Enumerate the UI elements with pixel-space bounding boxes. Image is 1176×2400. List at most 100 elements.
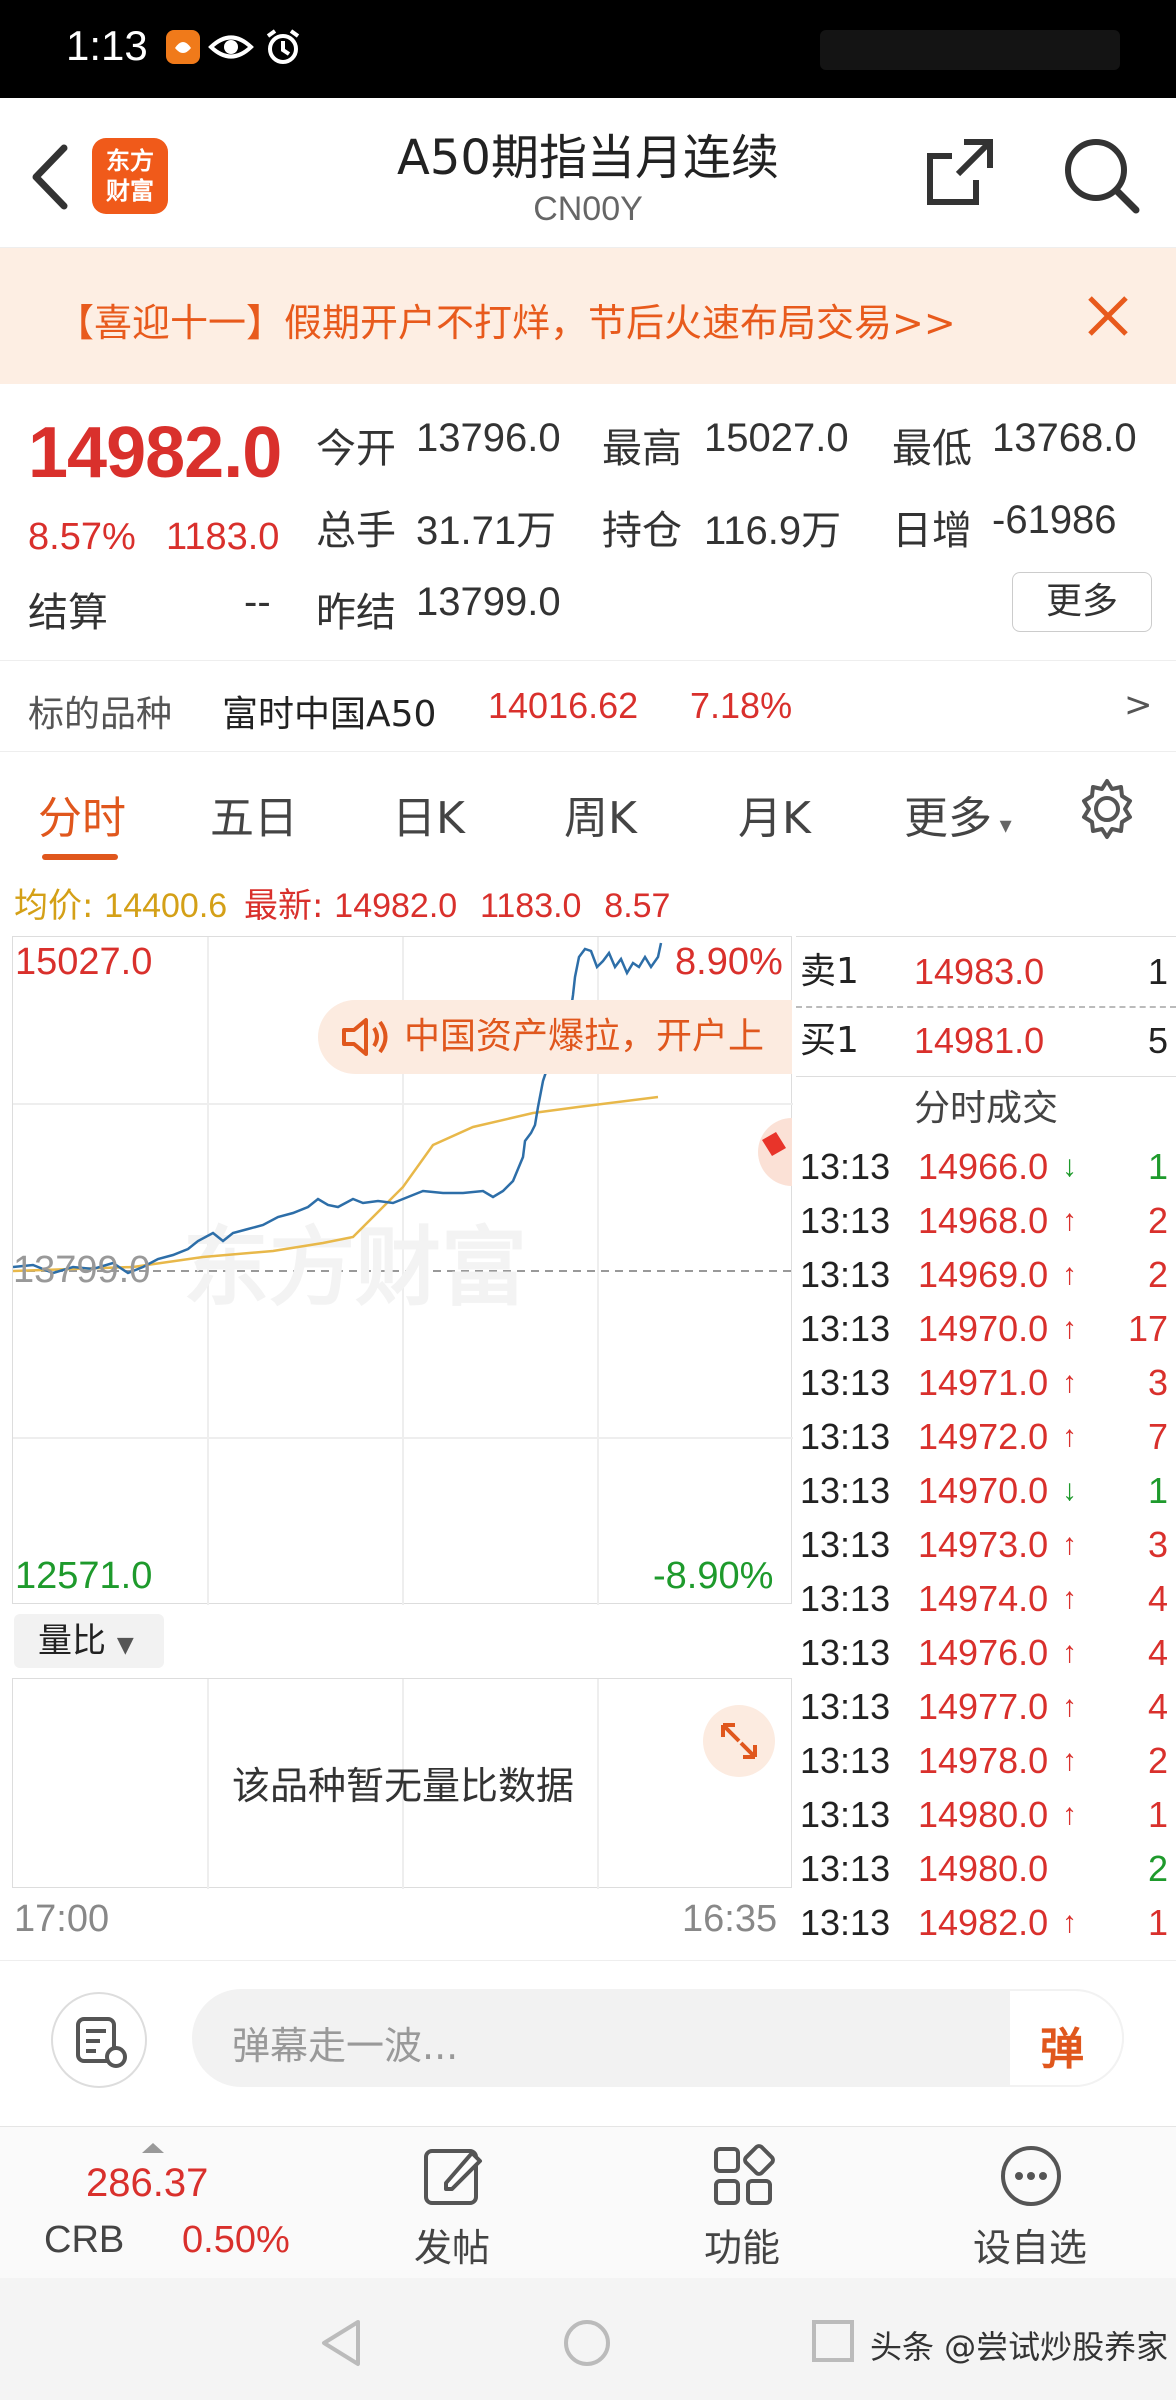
bid-price: 14981.0 xyxy=(914,1020,1045,1061)
tab-weekly-k[interactable]: 周K xyxy=(564,782,637,846)
caret-up-icon xyxy=(142,2143,164,2153)
trade-row: 13:13 14972.0 ↑ 7 xyxy=(796,1410,1176,1464)
trade-row: 13:13 14977.0 ↑ 4 xyxy=(796,1680,1176,1734)
index-name: CRB xyxy=(44,2219,125,2261)
tab-more[interactable]: 更多 ▾ xyxy=(904,782,1012,846)
active-tab-indicator xyxy=(42,854,118,860)
trade-time: 13:13 xyxy=(800,1470,891,1511)
underlying-row[interactable]: 标的品种 富时中国A50 14016.62 7.18% > xyxy=(0,660,1176,752)
trade-direction-icon: ↑ xyxy=(1062,1798,1077,1831)
status-time: 1:13 xyxy=(66,22,148,69)
indicator-selector[interactable]: 量比 ▼ xyxy=(14,1614,164,1668)
promo-banner[interactable]: 【喜迎十一】假期开户不打烊，节后火速布局交易>> xyxy=(0,248,1176,384)
ask-label: 卖1 xyxy=(800,951,859,992)
more-quote-button[interactable]: 更多 xyxy=(1012,572,1152,632)
open-interest-label: 持仓 xyxy=(602,508,682,554)
trade-direction-icon: ↑ xyxy=(1062,1744,1077,1777)
trade-volume: 1 xyxy=(1147,1902,1168,1943)
chart-top-pct: 8.90% xyxy=(675,941,783,983)
trade-volume: 2 xyxy=(1147,1254,1168,1295)
close-icon[interactable] xyxy=(1086,294,1130,338)
trades-list[interactable]: 13:13 14966.0 ↓ 1 13:13 14968.0 ↑ 2 13:13 14969.0… xyxy=(796,1140,1176,1943)
bottom-nav: 286.37 CRB 0.50% 发帖 功能 设自选 xyxy=(0,2126,1176,2278)
latest-change: 1183.0 xyxy=(480,887,582,925)
system-recents-icon[interactable] xyxy=(810,2318,856,2364)
trade-price: 14980.0 xyxy=(918,1848,1049,1889)
tab-intraday[interactable]: 分时 xyxy=(38,782,126,846)
trade-direction-icon: ↑ xyxy=(1062,1258,1077,1291)
tab-five-day[interactable]: 五日 xyxy=(210,782,298,846)
high-value: 15027.0 xyxy=(704,416,849,460)
trade-time: 13:13 xyxy=(800,1200,891,1241)
index-pct: 0.50% xyxy=(182,2219,290,2261)
trade-row: 13:13 14971.0 ↑ 3 xyxy=(796,1356,1176,1410)
caret-down-icon: ▼ xyxy=(116,1633,134,1658)
volume-value: 31.71万 xyxy=(416,509,557,553)
underlying-label: 标的品种 xyxy=(28,694,173,735)
ask-price: 14983.0 xyxy=(914,951,1045,992)
trade-row: 13:13 14978.0 ↑ 2 xyxy=(796,1734,1176,1788)
trade-volume: 3 xyxy=(1147,1524,1168,1565)
danmaku-input[interactable]: 弹幕走一波... 弹 xyxy=(192,1989,1124,2087)
trade-price: 14970.0 xyxy=(918,1308,1049,1349)
send-danmaku-button[interactable]: 弹 xyxy=(1008,1989,1124,2087)
trade-direction-icon: ↑ xyxy=(1062,1636,1077,1669)
trade-row: 13:13 14980.0 ↑ 1 xyxy=(796,1788,1176,1842)
trade-volume: 7 xyxy=(1147,1416,1168,1457)
volume-ratio-panel: 该品种暂无量比数据 xyxy=(12,1678,792,1889)
red-envelope-icon[interactable] xyxy=(748,1118,792,1186)
nav-post[interactable]: 发帖 xyxy=(352,2127,552,2279)
tab-daily-k[interactable]: 日K xyxy=(392,782,465,846)
daily-increase-label: 日增 xyxy=(892,508,972,554)
tab-monthly-k[interactable]: 月K xyxy=(738,782,811,846)
trade-price: 14968.0 xyxy=(918,1200,1049,1241)
eye-icon xyxy=(208,35,254,59)
no-data-message: 该品种暂无量比数据 xyxy=(231,1764,574,1808)
nav-functions[interactable]: 功能 xyxy=(642,2127,842,2279)
trade-price: 14982.0 xyxy=(918,1902,1049,1943)
system-home-icon[interactable] xyxy=(562,2318,612,2368)
send-danmaku-label: 弹 xyxy=(1040,2024,1084,2075)
expand-icon[interactable] xyxy=(701,1703,777,1779)
share-icon[interactable] xyxy=(924,136,996,208)
trade-row: 13:13 14970.0 ↑ 17 xyxy=(796,1302,1176,1356)
indicator-selector-label: 量比 xyxy=(38,1621,106,1661)
system-back-icon[interactable] xyxy=(318,2318,364,2368)
news-popup-text: 中国资产爆拉，开户上 xyxy=(404,1016,765,1057)
trade-row: 13:13 14973.0 ↑ 3 xyxy=(796,1518,1176,1572)
index-ticker[interactable]: 286.37 CRB 0.50% xyxy=(0,2127,300,2279)
trade-time: 13:13 xyxy=(800,1308,891,1349)
promo-text[interactable]: 【喜迎十一】假期开户不打烊，节后火速布局交易>> xyxy=(56,292,956,347)
trade-row: 13:13 14970.0 ↓ 1 xyxy=(796,1464,1176,1518)
daily-increase-value: -61986 xyxy=(992,498,1117,542)
trade-direction-icon: ↑ xyxy=(1062,1312,1077,1345)
news-popup[interactable]: 中国资产爆拉，开户上 xyxy=(318,1000,792,1074)
trade-row: 13:13 14968.0 ↑ 2 xyxy=(796,1194,1176,1248)
trade-time: 13:13 xyxy=(800,1794,891,1835)
corner-watermark: 头条 @尝试炒股养家 xyxy=(870,2328,1169,2366)
ask-row: 卖1 14983.0 1 xyxy=(796,936,1176,1006)
bid-label: 买1 xyxy=(800,1020,859,1061)
trade-direction-icon: ↓ xyxy=(1062,1150,1077,1183)
low-label: 最低 xyxy=(892,426,972,472)
chevron-right-icon: > xyxy=(1124,685,1153,725)
edit-post-icon xyxy=(424,2149,482,2205)
search-icon[interactable] xyxy=(1060,134,1142,216)
trade-price: 14972.0 xyxy=(918,1416,1049,1457)
open-interest-value: 116.9万 xyxy=(704,509,842,553)
underlying-name: 富时中国A50 xyxy=(222,694,437,735)
trade-time: 13:13 xyxy=(800,1686,891,1727)
settings-gear-icon[interactable] xyxy=(1076,778,1138,840)
trade-row: 13:13 14982.0 ↑ 1 xyxy=(796,1896,1176,1950)
trade-time: 13:13 xyxy=(800,1146,891,1187)
trade-price: 14966.0 xyxy=(918,1146,1049,1187)
comment-bar: 弹幕走一波... 弹 xyxy=(0,1960,1176,2088)
trade-time: 13:13 xyxy=(800,1740,891,1781)
axis-time-start: 17:00 xyxy=(14,1898,110,1940)
nav-add-watchlist[interactable]: 设自选 xyxy=(930,2127,1130,2279)
danmaku-settings-icon[interactable] xyxy=(50,1991,148,2089)
trade-direction-icon: ↑ xyxy=(1062,1906,1077,1939)
bid-volume: 5 xyxy=(1147,1020,1168,1061)
avg-value: 14400.6 xyxy=(104,887,228,925)
trade-direction-icon: ↓ xyxy=(1062,1474,1077,1507)
